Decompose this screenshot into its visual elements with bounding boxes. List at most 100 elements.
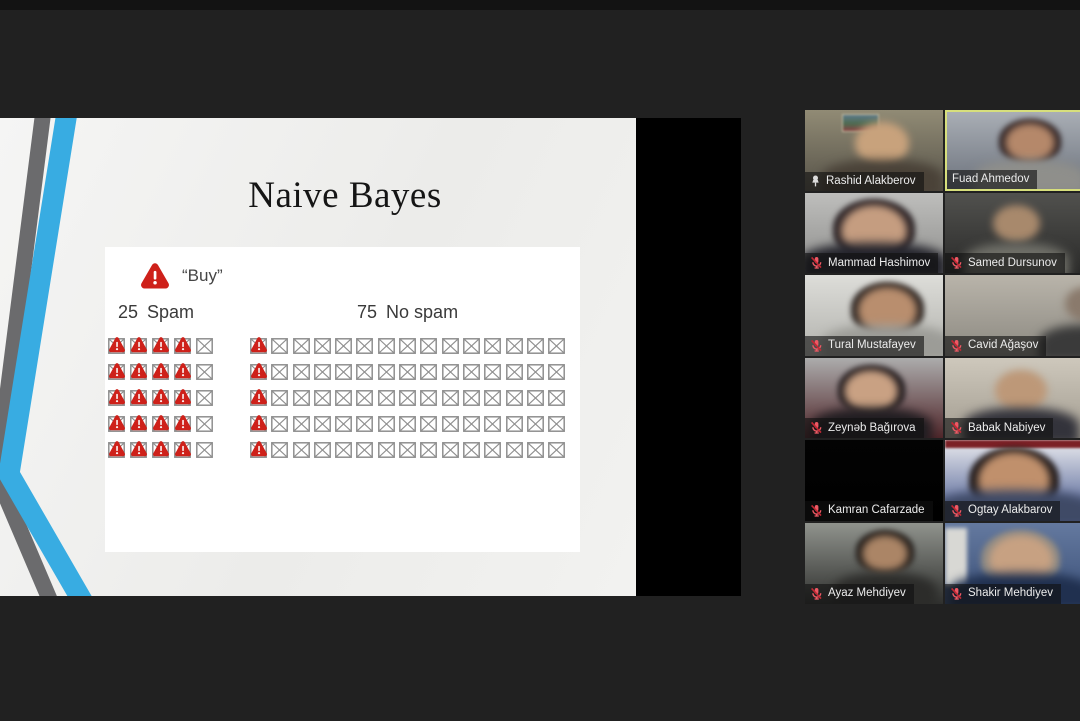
participant-tile[interactable]: Samed Dursunov [945,193,1080,274]
email-icon [293,389,310,406]
email-icon [484,441,501,458]
envelope-icon [420,364,437,380]
envelope-icon [548,390,565,406]
person-head [1065,287,1080,320]
nospam-word: No spam [386,302,458,323]
spam-email-icon [130,363,147,380]
envelope-icon [506,364,523,380]
email-icon [548,415,565,432]
spam-warning-icon [131,414,147,431]
video-backdrop-panel [945,528,967,586]
envelope-icon [293,442,310,458]
muted-mic-icon [810,256,823,269]
envelope-icon [378,390,395,406]
participant-tile[interactable]: Cavid Ağaşov [945,275,1080,356]
spam-warning-icon [175,414,191,431]
email-icon [420,441,437,458]
email-icon [293,337,310,354]
envelope-icon [527,390,544,406]
envelope-icon [314,390,331,406]
spam-warning-icon [175,440,191,457]
envelope-icon [314,338,331,354]
email-icon [484,363,501,380]
keyword-row: “Buy” [141,261,223,291]
envelope-icon [527,338,544,354]
email-icon [548,337,565,354]
envelope-icon [484,416,501,432]
email-icon [506,389,523,406]
nospam-icon-grid [250,337,565,458]
spam-email-icon [174,441,191,458]
envelope-icon [506,416,523,432]
envelope-icon [196,416,213,432]
email-icon [463,363,480,380]
participant-tile[interactable]: Zeynəb Bağırova [805,358,943,439]
envelope-icon [442,338,459,354]
participant-name: Ogtay Alakbarov [968,504,1052,516]
envelope-icon [399,364,416,380]
email-icon [484,415,501,432]
envelope-icon [420,416,437,432]
participant-tile[interactable]: Fuad Ahmedov [945,110,1080,191]
participant-tile[interactable]: Rashid Alakberov [805,110,943,191]
email-icon [356,441,373,458]
email-icon [463,337,480,354]
spam-warning-icon [153,336,169,353]
email-icon [293,363,310,380]
spam-email-icon [250,337,267,354]
spam-email-icon [250,441,267,458]
spam-count: 25 [118,302,138,323]
spam-email-icon [108,363,125,380]
envelope-icon [335,442,352,458]
participant-name-tag: Kamran Cafarzade [805,501,933,521]
email-icon [399,363,416,380]
envelope-icon [378,416,395,432]
spam-warning-icon [109,440,125,457]
envelope-icon [378,364,395,380]
spam-warning-icon [153,414,169,431]
keyword-label: “Buy” [182,266,223,286]
email-icon [442,363,459,380]
participant-name-tag: Shakir Mehdiyev [945,584,1061,604]
participant-tile[interactable]: Shakir Mehdiyev [945,523,1080,604]
envelope-icon [271,390,288,406]
email-icon [314,389,331,406]
email-icon [442,337,459,354]
email-icon [356,337,373,354]
participant-tile[interactable]: Ogtay Alakbarov [945,440,1080,521]
participant-tile[interactable]: Ayaz Mehdiyev [805,523,943,604]
email-icon [548,389,565,406]
count-labels-row: 25 Spam 75 No spam [105,302,580,324]
spam-warning-icon [109,336,125,353]
email-icon [271,441,288,458]
email-icon [442,389,459,406]
envelope-icon [463,338,480,354]
participant-name: Cavid Ağaşov [968,339,1038,351]
email-icon [271,389,288,406]
participant-name: Shakir Mehdiyev [968,587,1053,599]
participant-tile[interactable]: Tural Mustafayev [805,275,943,356]
spam-email-icon [130,441,147,458]
participant-name: Fuad Ahmedov [952,173,1029,185]
email-icon [196,363,213,380]
slide-title: Naive Bayes [54,174,636,217]
email-icon [463,415,480,432]
envelope-icon [527,416,544,432]
muted-mic-icon [810,587,823,600]
spam-warning-icon [251,414,267,431]
participant-tile[interactable]: Mammad Hashimov [805,193,943,274]
email-icon [420,363,437,380]
spam-warning-icon [131,440,147,457]
spam-email-icon [152,415,169,432]
participant-tile[interactable]: Kamran Cafarzade [805,440,943,521]
envelope-icon [399,442,416,458]
envelope-icon [293,338,310,354]
participant-name-tag: Cavid Ağaşov [945,336,1046,356]
participant-tile[interactable]: Babak Nabiyev [945,358,1080,439]
muted-mic-icon [810,504,823,517]
envelope-icon [293,416,310,432]
envelope-icon [196,338,213,354]
envelope-icon [463,442,480,458]
spam-warning-icon [131,388,147,405]
spam-warning-icon [109,388,125,405]
